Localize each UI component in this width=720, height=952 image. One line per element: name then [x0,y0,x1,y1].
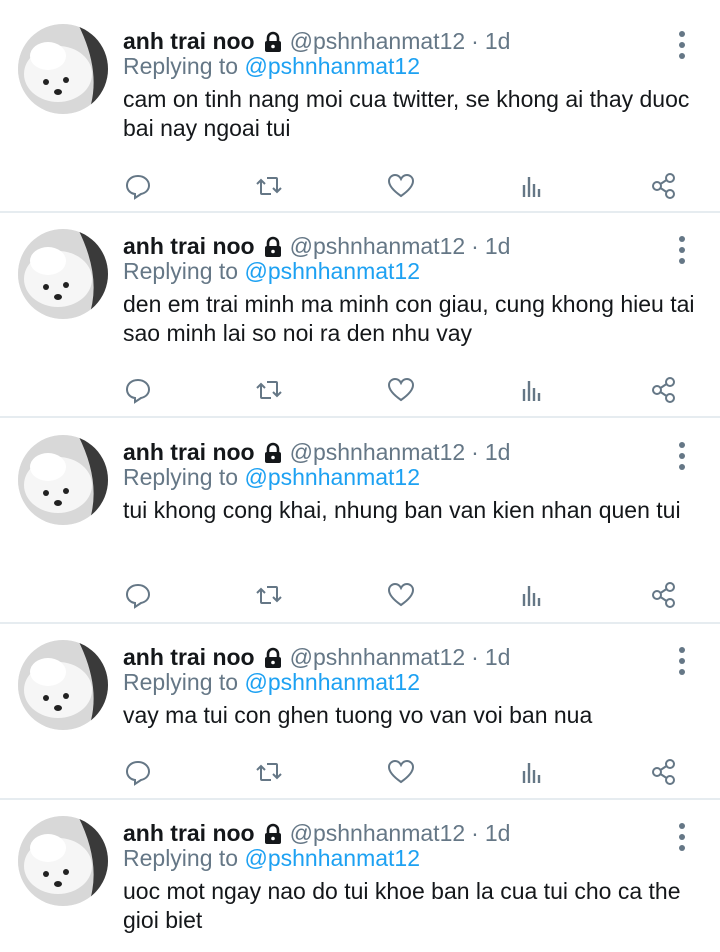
share-icon[interactable] [649,757,679,787]
tweet-text: vay ma tui con ghen tuong vo van voi ban… [123,702,593,728]
retweet-icon[interactable] [254,580,284,610]
tweet-actions [0,580,720,610]
replying-to: Replying to @pshnhanmat12 [123,53,420,80]
replying-to: Replying to @pshnhanmat12 [123,845,420,872]
replying-mention[interactable]: @pshnhanmat12 [244,845,420,871]
more-vertical-icon[interactable] [670,646,694,676]
replying-mention[interactable]: @pshnhanmat12 [244,53,420,79]
replying-label: Replying to [123,258,239,284]
separator: · [471,27,479,54]
display-name[interactable]: anh trai noo [123,28,255,55]
separator: · [471,819,479,846]
lock-icon [262,823,284,845]
more-vertical-icon[interactable] [670,30,694,60]
lock-icon [262,236,284,258]
timestamp[interactable]: 1d [485,820,511,847]
divider [0,622,720,624]
tweet-actions [0,171,720,201]
replying-mention[interactable]: @pshnhanmat12 [244,464,420,490]
timestamp[interactable]: 1d [485,28,511,55]
avatar[interactable] [18,24,108,114]
heart-icon[interactable] [386,375,416,405]
reply-icon[interactable] [123,171,153,201]
separator: · [471,643,479,670]
more-vertical-icon[interactable] [670,235,694,265]
avatar[interactable] [18,435,108,525]
replying-label: Replying to [123,53,239,79]
analytics-icon[interactable] [517,580,547,610]
replying-label: Replying to [123,464,239,490]
analytics-icon[interactable] [517,375,547,405]
replying-mention[interactable]: @pshnhanmat12 [244,258,420,284]
display-name[interactable]: anh trai noo [123,233,255,260]
display-name[interactable]: anh trai noo [123,439,255,466]
separator: · [471,438,479,465]
divider [0,416,720,418]
reply-icon[interactable] [123,375,153,405]
timestamp[interactable]: 1d [485,233,511,260]
lock-icon [262,647,284,669]
tweet-actions [0,757,720,787]
reply-icon[interactable] [123,757,153,787]
tweet-actions [0,375,720,405]
divider [0,798,720,800]
heart-icon[interactable] [386,580,416,610]
analytics-icon[interactable] [517,171,547,201]
user-handle[interactable]: @pshnhanmat12 [290,233,466,260]
more-vertical-icon[interactable] [670,441,694,471]
tweet-text: cam on tinh nang moi cua twitter, se kho… [123,86,690,141]
display-name[interactable]: anh trai noo [123,644,255,671]
user-handle[interactable]: @pshnhanmat12 [290,820,466,847]
share-icon[interactable] [649,580,679,610]
divider [0,211,720,213]
tweet-text: den em trai minh ma minh con giau, cung … [123,291,695,346]
tweet-text: tui khong cong khai, nhung ban van kien … [123,497,681,523]
timestamp[interactable]: 1d [485,439,511,466]
replying-label: Replying to [123,845,239,871]
heart-icon[interactable] [386,757,416,787]
replying-label: Replying to [123,669,239,695]
retweet-icon[interactable] [254,171,284,201]
avatar[interactable] [18,229,108,319]
avatar[interactable] [18,640,108,730]
retweet-icon[interactable] [254,757,284,787]
tweet-text: uoc mot ngay nao do tui khoe ban la cua … [123,878,681,933]
share-icon[interactable] [649,171,679,201]
heart-icon[interactable] [386,171,416,201]
replying-to: Replying to @pshnhanmat12 [123,669,420,696]
timestamp[interactable]: 1d [485,644,511,671]
avatar[interactable] [18,816,108,906]
user-handle[interactable]: @pshnhanmat12 [290,28,466,55]
user-handle[interactable]: @pshnhanmat12 [290,439,466,466]
display-name[interactable]: anh trai noo [123,820,255,847]
more-vertical-icon[interactable] [670,822,694,852]
analytics-icon[interactable] [517,757,547,787]
retweet-icon[interactable] [254,375,284,405]
lock-icon [262,442,284,464]
reply-icon[interactable] [123,580,153,610]
replying-mention[interactable]: @pshnhanmat12 [244,669,420,695]
replying-to: Replying to @pshnhanmat12 [123,258,420,285]
share-icon[interactable] [649,375,679,405]
lock-icon [262,31,284,53]
user-handle[interactable]: @pshnhanmat12 [290,644,466,671]
replying-to: Replying to @pshnhanmat12 [123,464,420,491]
separator: · [471,232,479,259]
